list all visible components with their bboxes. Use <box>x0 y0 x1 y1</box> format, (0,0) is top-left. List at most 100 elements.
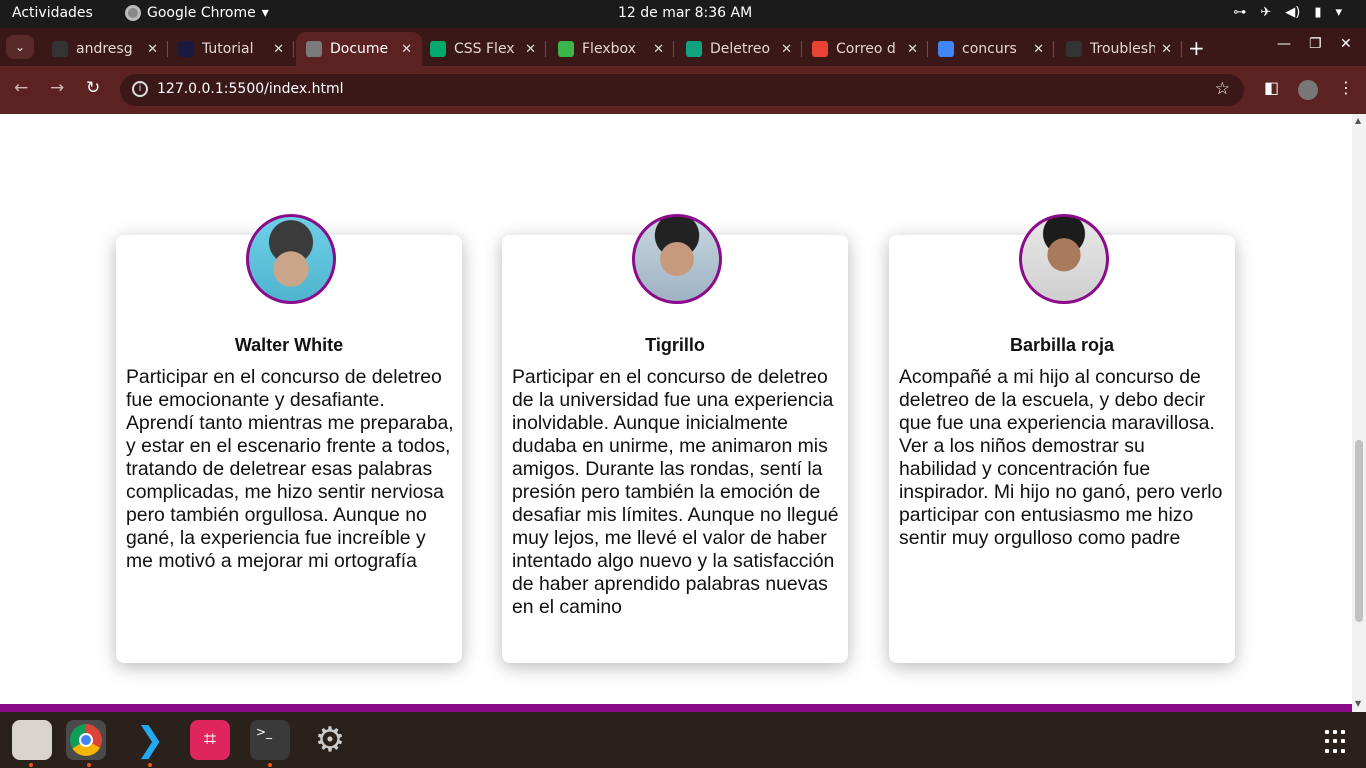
system-top-bar: Actividades Google Chrome ▾ 12 de mar 8:… <box>0 0 1366 28</box>
battery-icon: ▮ <box>1314 5 1322 20</box>
page-viewport: Walter White Participar en el concurso de… <box>0 114 1352 712</box>
browser-tab[interactable]: Troublesh ✕ <box>1056 32 1182 66</box>
angular-icon <box>178 41 194 57</box>
files-icon[interactable] <box>12 720 52 760</box>
chatgpt-icon <box>686 41 702 57</box>
close-tab-icon[interactable]: ✕ <box>653 42 664 57</box>
activities-button[interactable]: Actividades <box>12 5 93 21</box>
close-tab-icon[interactable]: ✕ <box>781 42 792 57</box>
reload-icon[interactable]: ↻ <box>86 78 100 98</box>
tab-separator <box>673 41 674 57</box>
chrome-app-icon[interactable] <box>66 720 106 760</box>
browser-tab[interactable]: Deletreo ✕ <box>676 32 802 66</box>
address-bar[interactable]: i 127.0.0.1:5500/index.html ☆ <box>120 74 1244 106</box>
tab-title: Docume <box>330 41 389 57</box>
minimize-icon[interactable]: — <box>1277 36 1291 52</box>
close-tab-icon[interactable]: ✕ <box>1033 42 1044 57</box>
show-apps-icon[interactable] <box>1325 730 1349 754</box>
browser-tab[interactable]: concurs ✕ <box>928 32 1054 66</box>
chrome-icon <box>125 5 141 21</box>
url-text[interactable]: 127.0.0.1:5500/index.html <box>157 81 344 97</box>
volume-icon: ◀) <box>1285 5 1301 20</box>
browser-tab[interactable]: CSS Flex ✕ <box>420 32 546 66</box>
gmail-icon <box>812 41 828 57</box>
settings-gear-icon[interactable]: ⚙ <box>310 720 350 760</box>
tab-separator <box>545 41 546 57</box>
browser-tab[interactable]: Flexbox ✕ <box>548 32 674 66</box>
w3-icon <box>430 41 446 57</box>
close-tab-icon[interactable]: ✕ <box>525 42 536 57</box>
tab-separator <box>1053 41 1054 57</box>
testimonial-text: Participar en el concurso de deletreo de… <box>512 366 839 618</box>
testimonial-card: Barbilla roja Acompañé a mi hijo al concu… <box>889 214 1235 663</box>
terminal-icon[interactable]: >_ <box>250 720 290 760</box>
info-icon[interactable]: i <box>132 81 148 97</box>
profile-avatar[interactable] <box>1298 80 1318 100</box>
airplane-icon: ✈ <box>1260 5 1272 20</box>
tab-search-button[interactable]: ⌄ <box>6 35 34 59</box>
tab-title: Correo d <box>836 41 896 57</box>
close-tab-icon[interactable]: ✕ <box>1161 42 1172 57</box>
frog-icon <box>558 41 574 57</box>
tab-separator <box>293 41 294 57</box>
avatar <box>632 214 722 304</box>
close-tab-icon[interactable]: ✕ <box>907 42 918 57</box>
vscode-icon[interactable]: ❯ <box>130 720 170 760</box>
maximize-icon[interactable]: ❐ <box>1309 36 1322 52</box>
running-indicator <box>148 763 152 767</box>
testimonial-card: Tigrillo Participar en el concurso de del… <box>502 214 848 663</box>
github-icon <box>1066 41 1082 57</box>
tab-title: Tutorial <box>202 41 254 57</box>
screenshot-tool-icon[interactable]: ⌗ <box>190 720 230 760</box>
browser-tab[interactable]: andresg ✕ <box>42 32 168 66</box>
docs-icon <box>938 41 954 57</box>
close-window-icon[interactable]: ✕ <box>1340 36 1352 52</box>
app-menu[interactable]: Google Chrome ▾ <box>125 5 269 21</box>
new-tab-button[interactable]: + <box>1188 36 1205 60</box>
forward-arrow-icon[interactable]: → <box>50 78 64 98</box>
close-tab-icon[interactable]: ✕ <box>273 42 284 57</box>
system-tray[interactable]: ⊶ ✈ ◀) ▮ ▾ <box>1233 5 1342 20</box>
back-arrow-icon[interactable]: ← <box>14 78 28 98</box>
close-tab-icon[interactable]: ✕ <box>401 42 412 57</box>
tab-title: CSS Flex <box>454 41 515 57</box>
running-indicator <box>87 763 91 767</box>
page-scrollbar[interactable]: ▲ ▼ <box>1352 114 1366 712</box>
testimonial-name: Walter White <box>234 335 344 355</box>
github-icon <box>52 41 68 57</box>
dock: ❯ ⌗ >_ ⚙ <box>0 712 1366 768</box>
browser-tab[interactable]: Tutorial ✕ <box>168 32 294 66</box>
testimonial-text: Participar en el concurso de deletreo fu… <box>126 366 454 572</box>
scroll-up-icon[interactable]: ▲ <box>1355 116 1361 125</box>
bookmark-star-icon[interactable]: ☆ <box>1215 79 1230 99</box>
running-indicator <box>268 763 272 767</box>
close-tab-icon[interactable]: ✕ <box>147 42 158 57</box>
footer-accent-bar <box>0 704 1352 712</box>
tab-strip: ⌄ andresg ✕ Tutorial ✕ Docume ✕ CSS Flex ✕ Flexb… <box>0 28 1366 66</box>
browser-toolbar: ← → ↻ i 127.0.0.1:5500/index.html ☆ ◧ ⋮ <box>0 66 1366 114</box>
globe-icon <box>306 41 322 57</box>
avatar <box>246 214 336 304</box>
browser-tab[interactable]: Docume ✕ <box>296 32 422 66</box>
avatar <box>1019 214 1109 304</box>
testimonial-card: Walter White Participar en el concurso de… <box>116 214 462 663</box>
tab-title: Deletreo <box>710 41 771 57</box>
tab-title: concurs <box>962 41 1017 57</box>
testimonial-text: Acompañé a mi hijo al concurso de deletr… <box>899 366 1223 549</box>
app-name: Google Chrome <box>147 5 256 21</box>
tab-title: Flexbox <box>582 41 636 57</box>
testimonial-name: Barbilla roja <box>1009 335 1115 355</box>
side-panel-icon[interactable]: ◧ <box>1264 78 1279 97</box>
chevron-down-icon: ▾ <box>1335 5 1342 20</box>
testimonial-name: Tigrillo <box>645 335 705 355</box>
tab-title: andresg <box>76 41 133 57</box>
network-icon: ⊶ <box>1233 5 1247 20</box>
clock[interactable]: 12 de mar 8:36 AM <box>618 5 752 21</box>
chevron-down-icon: ▾ <box>261 5 269 21</box>
scrollbar-thumb[interactable] <box>1355 440 1363 622</box>
browser-tab[interactable]: Correo d ✕ <box>802 32 928 66</box>
tab-separator <box>1181 41 1182 57</box>
scroll-down-icon[interactable]: ▼ <box>1355 699 1361 708</box>
menu-kebab-icon[interactable]: ⋮ <box>1338 78 1354 97</box>
running-indicator <box>29 763 33 767</box>
